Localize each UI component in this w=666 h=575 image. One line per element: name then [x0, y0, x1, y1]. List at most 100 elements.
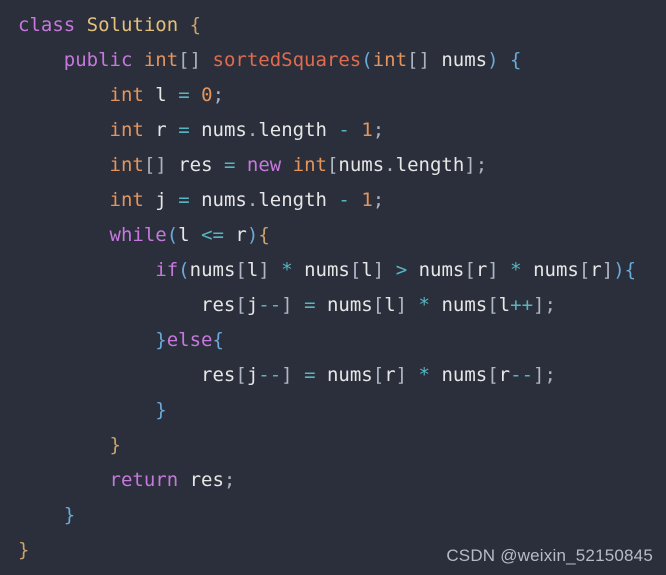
code-line[interactable]: class Solution {: [0, 8, 666, 43]
code-token-var: l: [384, 294, 396, 316]
code-token-punct: ;: [212, 84, 225, 106]
code-line[interactable]: int r = nums.length - 1;: [0, 113, 666, 148]
code-token-bracket3: [: [326, 154, 339, 176]
code-token-bracket3: [: [372, 364, 385, 386]
code-token-number: 1: [361, 189, 373, 211]
code-token-var: nums: [533, 259, 579, 281]
code-token-number: 0: [201, 84, 213, 106]
code-token-var: nums: [441, 294, 488, 316]
code-token-paren: (: [178, 259, 190, 281]
code-token-var: l: [178, 224, 190, 246]
code-line[interactable]: }: [0, 498, 666, 533]
code-token-operator: =: [178, 119, 190, 141]
code-token-operator: =: [304, 294, 316, 316]
code-token-var: j: [246, 294, 259, 316]
code-token-bracket3: ]: [487, 259, 499, 281]
code-line[interactable]: int l = 0;: [0, 78, 666, 113]
code-line[interactable]: }: [0, 428, 666, 463]
code-token-punct: []: [178, 49, 202, 71]
code-token-operator: =: [178, 189, 190, 211]
code-token-var: l: [361, 259, 373, 281]
code-token-bracket3: ]: [533, 294, 545, 316]
code-token-classname: Solution: [86, 14, 179, 36]
code-token-keyword: return: [109, 469, 190, 491]
code-token-type: int: [372, 49, 408, 71]
code-token-bracket3: [: [487, 294, 499, 316]
code-token-operator: -: [338, 119, 350, 141]
code-line[interactable]: res[j--] = nums[l] * nums[l++];: [0, 288, 666, 323]
code-token-var: res: [189, 469, 224, 491]
code-token-keyword: while: [109, 224, 167, 246]
code-token-bracket3: ]: [395, 294, 408, 316]
code-token-var: r: [475, 259, 488, 281]
code-token-var: length: [258, 189, 327, 211]
code-token-bracket2: }: [155, 399, 167, 421]
code-token-var: nums: [189, 259, 236, 281]
code-line[interactable]: int[] res = new int[nums.length];: [0, 148, 666, 183]
code-token-type: int: [109, 154, 144, 176]
code-token-paren: ): [246, 224, 259, 246]
code-token-operator: --: [258, 364, 282, 386]
code-token-var: nums: [304, 259, 350, 281]
code-token-var: res: [178, 154, 213, 176]
code-line[interactable]: res[j--] = nums[r] * nums[r--];: [0, 358, 666, 393]
code-line[interactable]: }else{: [0, 323, 666, 358]
code-token-var: r: [235, 224, 247, 246]
code-token-bracket3: ]: [281, 294, 293, 316]
code-line[interactable]: }: [0, 393, 666, 428]
code-token-operator: =: [178, 84, 190, 106]
code-token-operator: <=: [201, 224, 224, 246]
code-line[interactable]: return res;: [0, 463, 666, 498]
code-token-punct: ;: [223, 469, 236, 491]
code-token-var: nums: [441, 364, 488, 386]
code-token-punct: ;: [544, 364, 556, 386]
code-token-punct: []: [407, 49, 430, 71]
code-token-bracket1: {: [258, 224, 270, 246]
code-token-bracket3: [: [235, 294, 247, 316]
code-line[interactable]: while(l <= r){: [0, 218, 666, 253]
code-token-var: nums: [201, 119, 247, 141]
code-token-punct: ;: [475, 154, 488, 176]
code-line[interactable]: if(nums[l] * nums[l] > nums[r] * nums[r]…: [0, 253, 666, 288]
code-token-var: length: [395, 154, 465, 176]
code-token-punct: []: [143, 154, 167, 176]
code-line[interactable]: public int[] sortedSquares(int[] nums) {: [0, 43, 666, 78]
code-token-keyword: class: [18, 14, 87, 36]
code-token-paren: ): [487, 49, 499, 71]
code-editor-content[interactable]: class Solution { public int[] sortedSqua…: [0, 0, 666, 568]
code-token-punct: .: [246, 189, 259, 211]
code-token-operator: ++: [510, 294, 534, 316]
code-token-var: l: [246, 259, 259, 281]
code-line[interactable]: int j = nums.length - 1;: [0, 183, 666, 218]
code-token-keyword: new: [246, 154, 293, 176]
code-token-bracket3: [: [487, 364, 499, 386]
code-token-bracket1: }: [109, 434, 121, 456]
code-token-bracket3: [: [372, 294, 385, 316]
code-token-punct: ;: [372, 189, 385, 211]
